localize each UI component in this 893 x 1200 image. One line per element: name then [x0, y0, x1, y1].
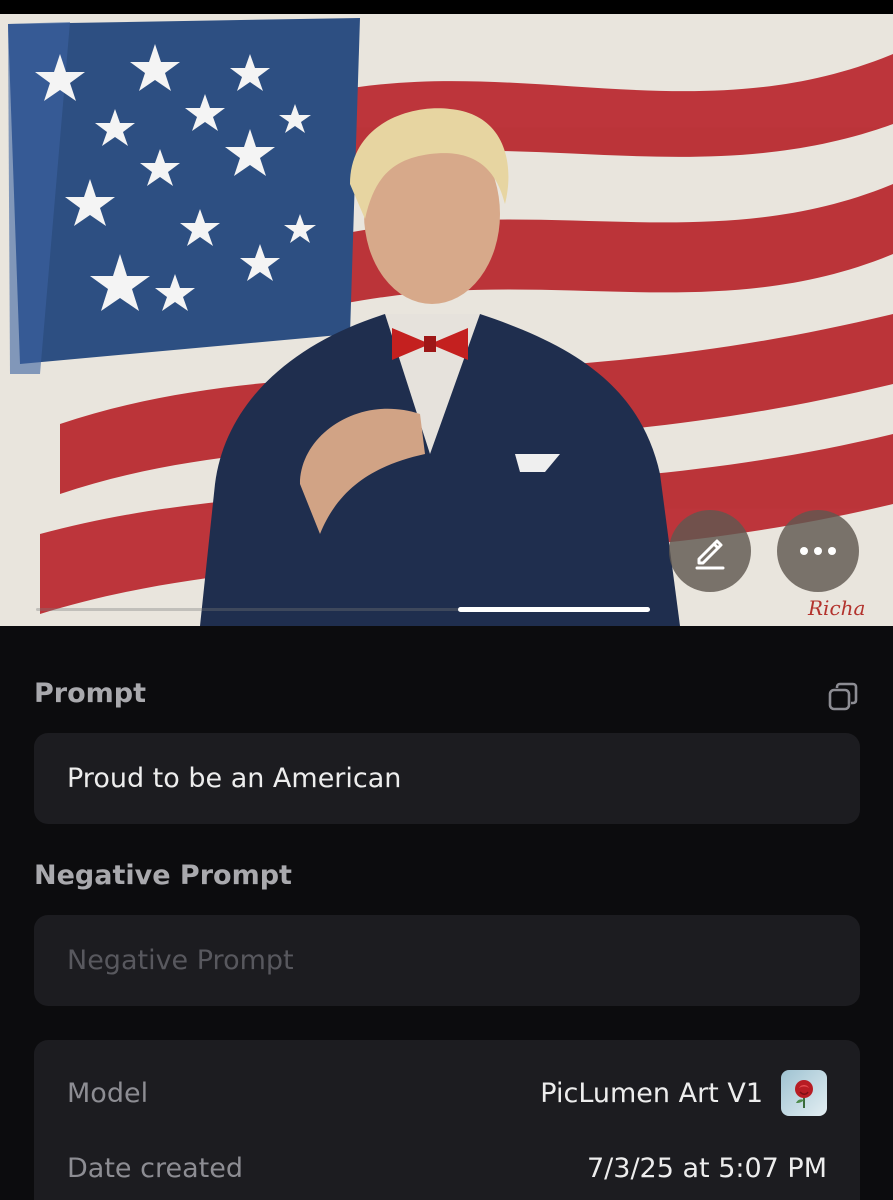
edit-button[interactable] — [669, 510, 751, 592]
model-value: PicLumen Art V1 — [540, 1077, 763, 1109]
status-bar — [0, 0, 893, 14]
copy-icon[interactable] — [826, 680, 860, 714]
date-created-row: Date created 7/3/25 at 5:07 PM — [67, 1143, 827, 1193]
gallery-pager-indicator[interactable] — [458, 607, 650, 612]
negative-prompt-field[interactable]: Negative Prompt — [34, 915, 860, 1006]
model-row: Model PicLumen Art V1 — [67, 1068, 827, 1118]
generated-image[interactable]: Richa — [0, 14, 893, 626]
prompt-field[interactable]: Proud to be an American — [34, 733, 860, 824]
negative-prompt-label: Negative Prompt — [34, 860, 292, 891]
rose-thumbnail-icon — [781, 1070, 827, 1116]
artist-signature: Richa — [808, 596, 866, 620]
model-value-group[interactable]: PicLumen Art V1 — [540, 1070, 827, 1116]
ellipsis-icon — [800, 547, 836, 555]
date-created-label: Date created — [67, 1152, 243, 1184]
prompt-label: Prompt — [34, 678, 147, 709]
artwork — [0, 14, 893, 626]
more-options-button[interactable] — [777, 510, 859, 592]
model-label: Model — [67, 1077, 149, 1109]
date-created-value: 7/3/25 at 5:07 PM — [587, 1152, 827, 1184]
image-details-card: Model PicLumen Art V1 Date created 7/3/2… — [34, 1040, 860, 1200]
pencil-icon — [695, 539, 725, 570]
